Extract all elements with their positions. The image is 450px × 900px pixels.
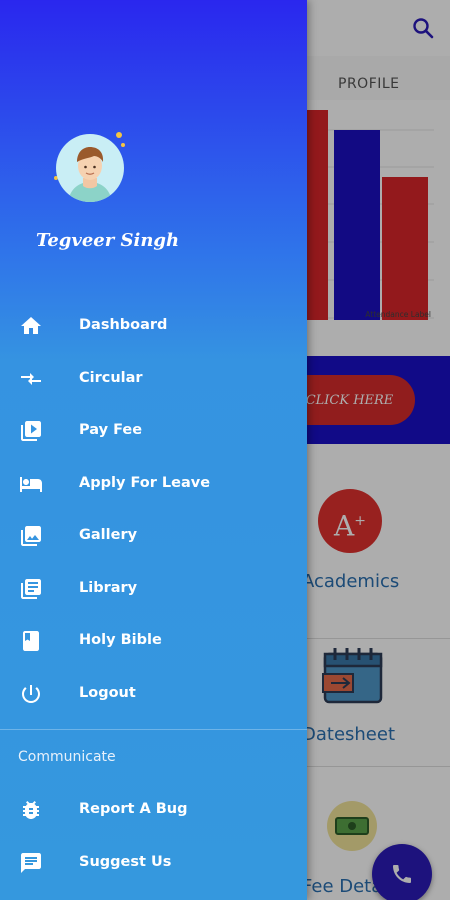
navigation-drawer: Tegveer Singh Dashboard Circular Pay Fee <box>0 0 307 900</box>
menu-item-label: Library <box>79 579 138 596</box>
swap-arrows-icon <box>21 372 41 385</box>
sparkle-decoration <box>116 132 122 138</box>
menu-item-label: Apply For Leave <box>79 474 211 491</box>
book-icon <box>23 631 39 651</box>
user-name: Tegveer Singh <box>36 230 180 251</box>
hotel-bed-icon <box>20 476 42 492</box>
section-header-communicate: Communicate <box>18 749 116 765</box>
drawer-menu-communicate: Report A Bug Suggest Us <box>0 784 307 889</box>
feedback-icon <box>21 852 41 873</box>
menu-item-logout[interactable]: Logout <box>0 668 307 721</box>
menu-item-gallery[interactable]: Gallery <box>0 510 307 563</box>
menu-item-label: Circular <box>79 369 143 386</box>
menu-item-label: Logout <box>79 684 136 701</box>
sparkle-decoration <box>121 143 125 147</box>
power-icon <box>22 684 40 703</box>
video-library-icon <box>21 421 41 441</box>
user-avatar-icon <box>68 147 112 202</box>
menu-item-holy-bible[interactable]: Holy Bible <box>0 615 307 668</box>
library-books-icon <box>21 578 41 599</box>
menu-item-library[interactable]: Library <box>0 563 307 616</box>
menu-item-label: Pay Fee <box>79 422 143 438</box>
menu-item-label: Report A Bug <box>79 801 188 817</box>
menu-item-apply-leave[interactable]: Apply For Leave <box>0 458 307 511</box>
avatar[interactable] <box>56 134 124 202</box>
menu-item-label: Suggest Us <box>79 853 172 870</box>
photo-library-icon <box>21 526 41 546</box>
home-icon <box>21 317 41 334</box>
menu-item-label: Dashboard <box>79 317 168 333</box>
drawer-menu: Dashboard Circular Pay Fee Apply For Lea… <box>0 300 307 720</box>
menu-item-circular[interactable]: Circular <box>0 353 307 406</box>
menu-item-label: Gallery <box>79 527 138 543</box>
drawer-divider <box>0 729 307 730</box>
bug-icon <box>23 801 39 819</box>
menu-item-dashboard[interactable]: Dashboard <box>0 300 307 353</box>
menu-item-label: Holy Bible <box>79 632 162 648</box>
menu-item-report-bug[interactable]: Report A Bug <box>0 784 307 837</box>
menu-item-pay-fee[interactable]: Pay Fee <box>0 405 307 458</box>
menu-item-suggest-us[interactable]: Suggest Us <box>0 837 307 890</box>
